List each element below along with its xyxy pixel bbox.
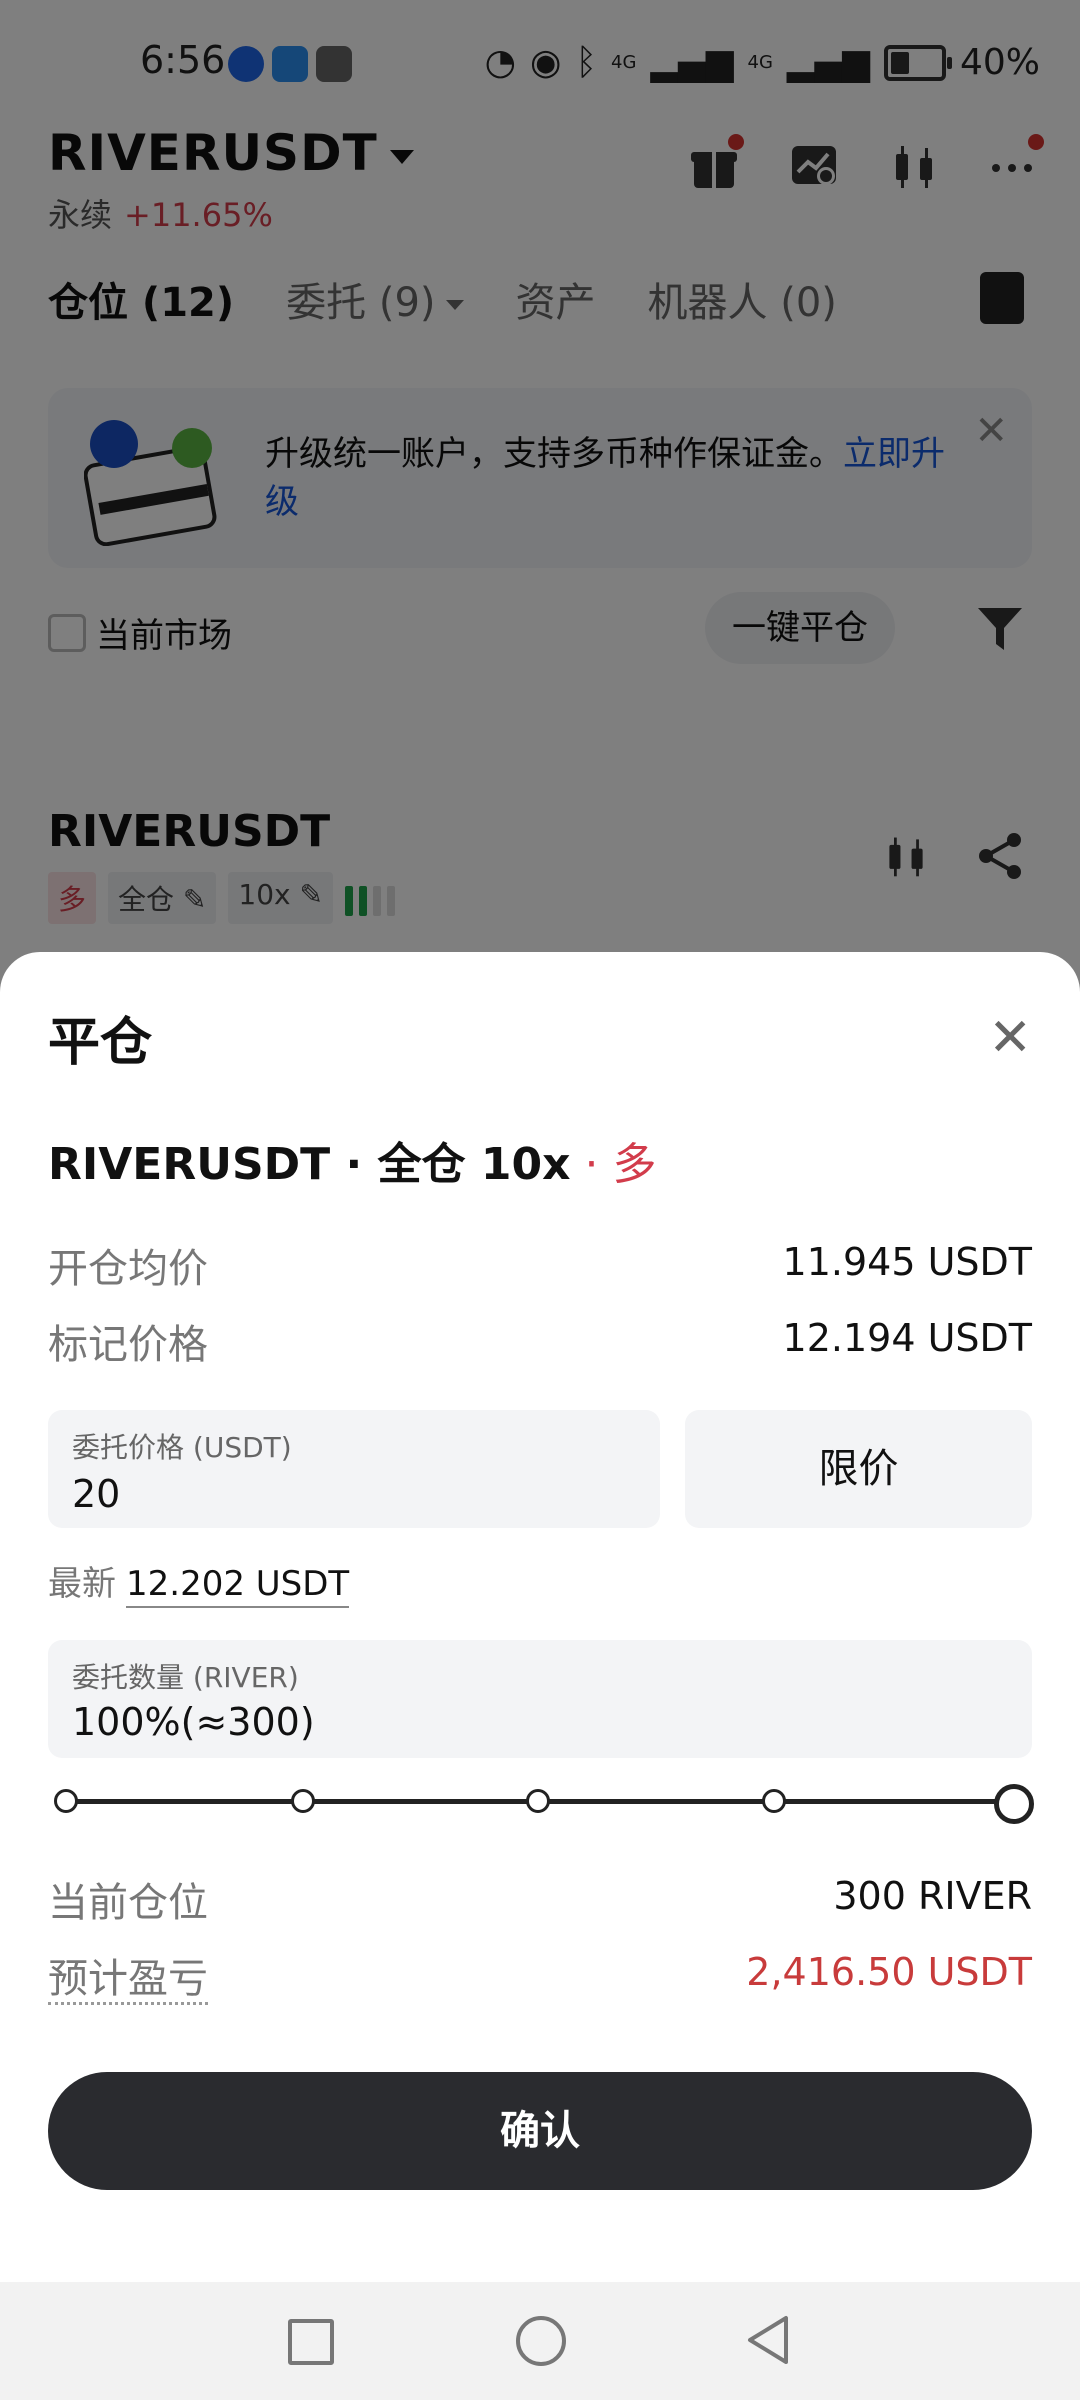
latest-price: 最新 12.202 USDT [48,1556,350,1608]
recents-icon[interactable] [288,2319,334,2365]
est-pnl-label-wrap[interactable]: 预计盈亏 [48,1946,208,2005]
est-pnl-value: 2,416.50 USDT [746,1950,1032,1994]
avg-open-label: 开仓均价 [48,1246,208,1292]
mark-price-value: 12.194 USDT [782,1316,1032,1360]
est-pnl-label: 预计盈亏 [48,1956,208,2005]
slider-stop-0[interactable] [54,1789,78,1813]
subtitle-mode: · 全仓 10x [330,1139,571,1190]
quantity-label: 委托数量 (RIVER) [72,1661,299,1694]
slider-stop-25[interactable] [291,1789,315,1813]
home-icon[interactable] [516,2316,566,2366]
quantity-value[interactable]: 100%(≈300) [72,1700,315,1744]
order-price-label: 委托价格 (USDT) [72,1431,292,1464]
subtitle-symbol: RIVERUSDT [48,1139,331,1190]
slider-stop-75[interactable] [762,1789,786,1813]
latest-value[interactable]: 12.202 USDT [126,1564,350,1608]
sheet-title: 平仓 [48,1013,153,1073]
confirm-button[interactable]: 确认 [48,2072,1032,2190]
current-position-value: 300 RIVER [833,1874,1032,1918]
slider-handle[interactable] [994,1784,1034,1824]
mark-price-label: 标记价格 [48,1322,208,1368]
avg-open-value: 11.945 USDT [782,1240,1032,1284]
back-icon[interactable] [744,2314,792,2370]
current-position-label: 当前仓位 [48,1880,208,1926]
sheet-subtitle: RIVERUSDT · 全仓 10x · 多 [48,1128,656,1192]
slider-stop-50[interactable] [526,1789,550,1813]
sheet-close-icon[interactable]: ✕ [988,1008,1032,1068]
order-type-button[interactable]: 限价 [685,1410,1032,1528]
order-price-value[interactable]: 20 [72,1472,120,1516]
subtitle-direction: · 多 [570,1139,657,1190]
latest-label: 最新 [48,1564,116,1604]
